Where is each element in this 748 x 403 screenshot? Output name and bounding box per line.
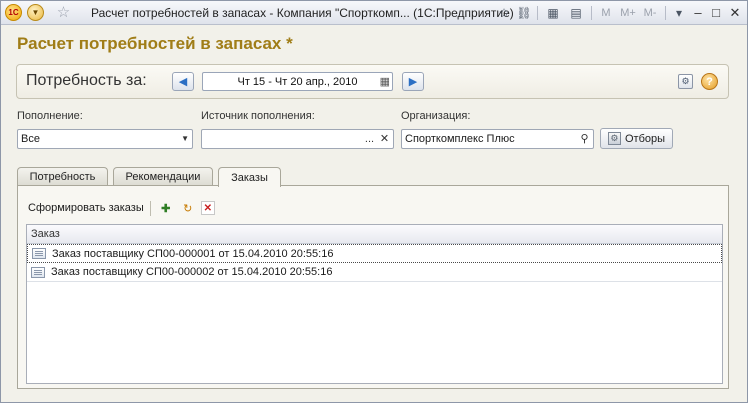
organization-label: Организация: bbox=[401, 110, 471, 122]
link-icon[interactable]: ⛓ bbox=[515, 4, 533, 21]
organization-value: Спорткомплекс Плюс bbox=[405, 133, 515, 145]
memory-m-button[interactable]: M bbox=[599, 4, 613, 21]
calculator-icon[interactable]: ▦ bbox=[544, 4, 562, 21]
filters-button-label: Отборы bbox=[624, 132, 666, 145]
delete-icon[interactable]: ✕ bbox=[200, 201, 215, 215]
period-value: Чт 15 - Чт 20 апр., 2010 bbox=[237, 75, 358, 88]
create-orders-button[interactable]: Сформировать заказы bbox=[28, 202, 144, 214]
more-icon[interactable]: ▾ bbox=[670, 4, 688, 21]
calendar-icon[interactable]: ▤ bbox=[567, 4, 585, 21]
tab-orders[interactable]: Заказы bbox=[218, 167, 281, 187]
tab-recommendations[interactable]: Рекомендации bbox=[113, 167, 213, 186]
add-document-icon[interactable]: ✚ bbox=[157, 199, 175, 217]
toolbar-separator bbox=[591, 6, 592, 20]
1c-logo-icon[interactable]: 1С bbox=[5, 4, 22, 21]
main-menu-icon[interactable]: ▼ bbox=[27, 4, 44, 21]
order-link[interactable]: Заказ поставщику СП00-000001 от 15.04.20… bbox=[52, 248, 333, 260]
favorites-add-icon[interactable]: ✩ bbox=[495, 4, 513, 21]
memory-plus-button[interactable]: M+ bbox=[618, 4, 638, 21]
toolbar-separator bbox=[537, 6, 538, 20]
source-input[interactable]: ... ✕ bbox=[201, 129, 394, 149]
source-label: Источник пополнения: bbox=[201, 110, 315, 122]
replenishment-label: Пополнение: bbox=[17, 110, 83, 122]
document-icon bbox=[31, 266, 45, 278]
form-heading: Расчет потребностей в запасах * bbox=[17, 34, 293, 53]
period-label: Потребность за: bbox=[26, 72, 147, 89]
favorite-star-icon[interactable]: ☆ bbox=[55, 3, 72, 21]
period-panel: Потребность за: ◀ Чт 15 - Чт 20 апр., 20… bbox=[16, 64, 729, 99]
help-icon[interactable]: ? bbox=[701, 73, 718, 90]
settings-icon[interactable]: ⚙ bbox=[678, 74, 693, 89]
memory-minus-button[interactable]: M- bbox=[641, 4, 659, 21]
replenishment-select[interactable]: Все ▼ bbox=[17, 129, 193, 149]
orders-table: Заказ Заказ поставщику СП00-000001 от 15… bbox=[26, 224, 723, 384]
filters-button[interactable]: ⚙ Отборы bbox=[600, 128, 673, 149]
document-icon bbox=[32, 248, 46, 259]
close-icon[interactable]: ✕ bbox=[726, 4, 744, 21]
order-link[interactable]: Заказ поставщику СП00-000002 от 15.04.20… bbox=[51, 266, 332, 278]
orders-toolbar: Сформировать заказы ✚ ↻ ✕ bbox=[28, 199, 219, 217]
app-window: 1С ▼ ☆ Расчет потребностей в запасах - К… bbox=[0, 0, 748, 403]
period-field[interactable]: Чт 15 - Чт 20 апр., 2010 ▦ bbox=[202, 72, 393, 91]
window-title: Расчет потребностей в запасах - Компания… bbox=[91, 6, 514, 20]
minimize-icon[interactable]: – bbox=[689, 4, 707, 21]
period-prev-button[interactable]: ◀ bbox=[172, 72, 194, 91]
column-header-order[interactable]: Заказ bbox=[27, 225, 722, 244]
table-row[interactable]: Заказ поставщику СП00-000001 от 15.04.20… bbox=[27, 244, 722, 263]
source-select-button[interactable]: ... bbox=[362, 130, 377, 148]
chevron-down-icon[interactable]: ▼ bbox=[181, 130, 189, 148]
filter-icon: ⚙ bbox=[607, 132, 621, 145]
toolbar-separator bbox=[149, 200, 151, 216]
title-bar: 1С ▼ ☆ Расчет потребностей в запасах - К… bbox=[1, 1, 747, 25]
maximize-icon[interactable]: □ bbox=[707, 4, 725, 21]
organization-input[interactable]: Спорткомплекс Плюс ⚲ bbox=[401, 129, 594, 149]
search-icon[interactable]: ⚲ bbox=[577, 130, 592, 148]
replenishment-value: Все bbox=[21, 133, 40, 145]
period-next-button[interactable]: ▶ bbox=[402, 72, 424, 91]
refresh-document-icon[interactable]: ↻ bbox=[179, 199, 197, 217]
orders-tab-panel: Сформировать заказы ✚ ↻ ✕ Заказ Заказ по… bbox=[17, 185, 729, 389]
tab-demand[interactable]: Потребность bbox=[17, 167, 108, 186]
calendar-select-icon[interactable]: ▦ bbox=[380, 75, 390, 88]
table-row[interactable]: Заказ поставщику СП00-000002 от 15.04.20… bbox=[27, 263, 722, 282]
clear-icon[interactable]: ✕ bbox=[377, 130, 392, 148]
toolbar-separator bbox=[665, 6, 666, 20]
